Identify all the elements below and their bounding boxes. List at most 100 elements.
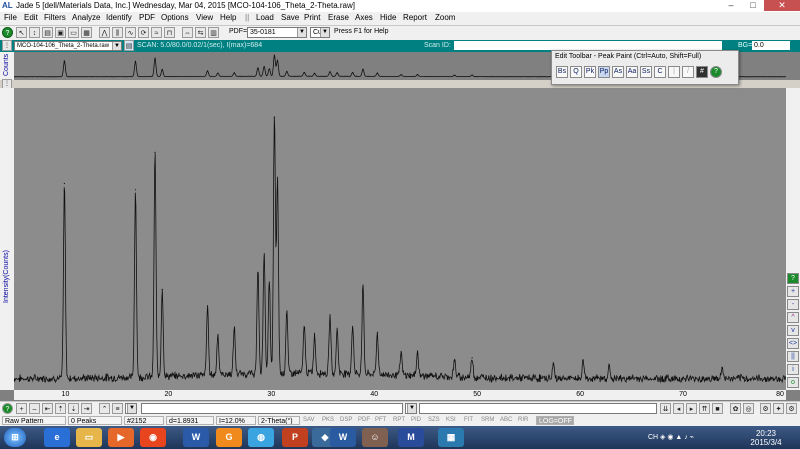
nav-right-icon[interactable]: ▸: [686, 403, 697, 414]
ppt-icon[interactable]: P: [282, 428, 308, 447]
scan-file-select[interactable]: MCO-104-106_Theta_2-Theta.raw ▼: [14, 41, 122, 51]
nav-up-icon[interactable]: ⇈: [699, 403, 710, 414]
bars-icon[interactable]: ⫼: [112, 27, 123, 38]
overlay-select[interactable]: ▼: [405, 403, 417, 414]
fit-icon[interactable]: ∿: [125, 27, 136, 38]
background-icon[interactable]: Bs: [556, 66, 568, 78]
pft-button[interactable]: PFT: [375, 416, 386, 425]
ie-icon[interactable]: e: [44, 428, 70, 447]
clear-icon[interactable]: C: [654, 66, 666, 78]
pin-icon[interactable]: ⋮: [2, 40, 12, 51]
menu-identify[interactable]: Identify: [106, 13, 132, 22]
strip-icon[interactable]: ⊓: [164, 27, 175, 38]
add-icon[interactable]: +: [16, 403, 27, 414]
wps-icon[interactable]: W: [183, 428, 209, 447]
menu-report[interactable]: Report: [403, 13, 427, 22]
target-icon[interactable]: ◎: [743, 403, 754, 414]
menu-pdf[interactable]: PDF: [139, 13, 155, 22]
dsp-button[interactable]: DSP: [340, 416, 352, 425]
help-icon[interactable]: ?: [2, 27, 13, 38]
scroll-down-icon[interactable]: v: [787, 325, 799, 336]
remove-icon[interactable]: –: [29, 403, 40, 414]
peak-icon[interactable]: Pk: [584, 66, 596, 78]
clock[interactable]: 20:23 2015/3/4: [738, 429, 794, 447]
menu-view[interactable]: View: [196, 13, 213, 22]
scan-id-field[interactable]: [454, 41, 722, 50]
anode-select[interactable]: Cu ▼: [310, 27, 330, 38]
ksi-button[interactable]: KSI: [446, 416, 456, 425]
print-icon[interactable]: ▤: [42, 27, 53, 38]
divider-icon[interactable]: |: [668, 66, 680, 78]
menu-hide[interactable]: Hide: [380, 13, 396, 22]
minimize-button[interactable]: –: [720, 0, 742, 11]
settings-icon[interactable]: ⚙: [760, 403, 771, 414]
open-icon[interactable]: ▭: [68, 27, 79, 38]
pdf-overlay-field[interactable]: [141, 403, 403, 414]
pdf-select[interactable]: 35-0181 ▼: [247, 27, 307, 38]
fit-button[interactable]: FIT: [464, 416, 473, 425]
down-icon[interactable]: ⇣: [68, 403, 79, 414]
scan-info-icon[interactable]: ▤: [124, 40, 134, 51]
peaks-icon[interactable]: ⋀: [99, 27, 110, 38]
info-icon[interactable]: i: [787, 364, 799, 375]
zoom-in-icon[interactable]: +: [787, 286, 799, 297]
chevron-down-icon[interactable]: ▼: [112, 42, 121, 50]
table-icon[interactable]: ▥: [208, 27, 219, 38]
shift-icon[interactable]: ⇆: [195, 27, 206, 38]
menu-help[interactable]: Help: [220, 13, 236, 22]
sav-button[interactable]: SAV: [303, 416, 315, 425]
main-plot[interactable]: [13, 88, 787, 390]
app-g-icon[interactable]: G: [216, 428, 242, 447]
nav-stop-icon[interactable]: ■: [712, 403, 723, 414]
nav-down-icon[interactable]: ⇊: [660, 403, 671, 414]
chrome-icon[interactable]: ◍: [248, 428, 274, 447]
last-icon[interactable]: ⇥: [81, 403, 92, 414]
up-icon[interactable]: ⇡: [55, 403, 66, 414]
updown-icon[interactable]: ↕: [29, 27, 40, 38]
nav-left-icon[interactable]: ◂: [673, 403, 684, 414]
grid-icon[interactable]: #: [696, 66, 708, 78]
log-toggle[interactable]: LOG=OFF: [536, 416, 574, 425]
pointer-icon[interactable]: ↖: [16, 27, 27, 38]
list-select[interactable]: ▼: [125, 403, 137, 414]
split-icon[interactable]: ||: [787, 351, 799, 362]
expand-icon[interactable]: <>: [787, 338, 799, 349]
zoom-icon[interactable]: Q: [570, 66, 582, 78]
word-icon[interactable]: W: [330, 428, 356, 447]
overlay-field[interactable]: [419, 403, 657, 414]
srm-button[interactable]: SRM: [481, 416, 494, 425]
arrows-icon[interactable]: ⇔: [182, 27, 193, 38]
rpt-button[interactable]: RPT: [393, 416, 405, 425]
chevron-down-icon[interactable]: ▼: [297, 28, 306, 37]
list-icon[interactable]: ≡: [112, 403, 123, 414]
add-peak-icon[interactable]: As: [612, 66, 624, 78]
chevron-down-icon[interactable]: ▼: [320, 28, 329, 37]
paint-icon[interactable]: ▦: [438, 428, 464, 447]
menu-save[interactable]: Save: [281, 13, 299, 22]
menu-edit[interactable]: Edit: [24, 13, 38, 22]
scroll-up-icon[interactable]: ^: [787, 312, 799, 323]
bg-field[interactable]: 0.0: [752, 41, 790, 50]
menu-axes[interactable]: Axes: [355, 13, 373, 22]
cog-icon[interactable]: ⚙: [786, 403, 797, 414]
refresh-icon[interactable]: ⟳: [138, 27, 149, 38]
gear-icon[interactable]: ✿: [730, 403, 741, 414]
chevron-down-icon[interactable]: ▼: [407, 404, 416, 413]
help-icon[interactable]: ?: [710, 66, 722, 78]
menu-file[interactable]: File: [4, 13, 17, 22]
abc-button[interactable]: ABC: [500, 416, 512, 425]
menu-zoom[interactable]: Zoom: [435, 13, 455, 22]
szs-button[interactable]: SZS: [428, 416, 440, 425]
media-icon[interactable]: ▶: [108, 428, 134, 447]
help-icon[interactable]: ?: [2, 403, 13, 414]
smooth-icon[interactable]: ≈: [151, 27, 162, 38]
menu-options[interactable]: Options: [161, 13, 189, 22]
pid-button[interactable]: PID: [411, 416, 421, 425]
bottom-pk-icon[interactable]: ⌃: [99, 403, 110, 414]
grid-icon[interactable]: ▦: [81, 27, 92, 38]
menu-erase[interactable]: Erase: [328, 13, 349, 22]
auto-peak-icon[interactable]: Aa: [626, 66, 638, 78]
close-button[interactable]: ✕: [764, 0, 800, 11]
help-icon[interactable]: ?: [787, 273, 799, 284]
smooth-peak-icon[interactable]: Ss: [640, 66, 652, 78]
